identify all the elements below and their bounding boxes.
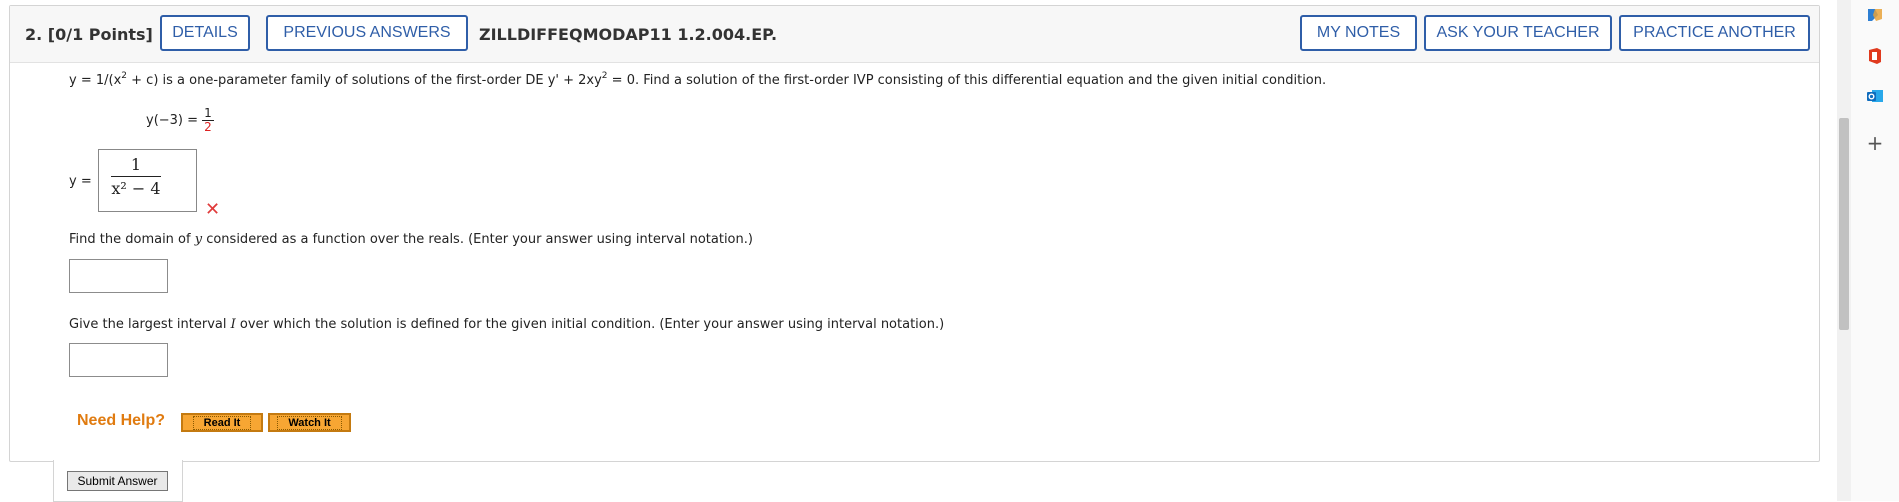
question-header: 2. [0/1 Points] DETAILS PREVIOUS ANSWERS… <box>10 6 1819 63</box>
answer-field[interactable]: 1 x² − 4 <box>98 149 197 212</box>
watch-it-label: Watch It <box>277 415 342 430</box>
outlook-icon[interactable] <box>1865 86 1885 106</box>
answer-numerator: 1 <box>111 155 161 177</box>
problem-text-3: = 0. Find a solution of the first-order … <box>607 73 1327 88</box>
domain-input[interactable] <box>69 259 168 293</box>
office-icon[interactable] <box>1865 46 1885 66</box>
problem-text-1: y = 1/(x <box>69 73 122 88</box>
ic-numerator: 1 <box>202 106 214 121</box>
add-icon[interactable]: + <box>1865 131 1885 155</box>
answer-denominator: x² − 4 <box>111 179 161 198</box>
interval-question: Give the largest interval I over which t… <box>69 317 944 332</box>
copilot-icon[interactable] <box>1865 5 1885 25</box>
interval-text-a: Give the largest interval <box>69 317 231 332</box>
submit-answer-button[interactable]: Submit Answer <box>67 471 168 491</box>
interval-text-b: over which the solution is defined for t… <box>235 317 945 332</box>
read-it-button[interactable]: Read It <box>181 413 263 432</box>
problem-text-2: + c) is a one-parameter family of soluti… <box>127 73 602 88</box>
initial-condition-lhs: y(−3) = <box>146 113 199 128</box>
my-notes-button[interactable]: MY NOTES <box>1300 15 1417 51</box>
initial-condition-fraction: 1 2 <box>202 107 214 134</box>
ic-denominator: 2 <box>204 120 212 134</box>
previous-answers-button[interactable]: PREVIOUS ANSWERS <box>266 15 468 51</box>
domain-var: y <box>194 232 203 247</box>
scrollbar-thumb[interactable] <box>1839 118 1849 330</box>
domain-question: Find the domain of y considered as a fun… <box>69 232 753 247</box>
question-number: 2. [0/1 Points] <box>25 25 153 44</box>
problem-statement: y = 1/(x2 + c) is a one-parameter family… <box>69 72 1327 89</box>
practice-another-button[interactable]: PRACTICE ANOTHER <box>1619 15 1810 51</box>
answer-fraction: 1 x² − 4 <box>111 155 161 198</box>
interval-input[interactable] <box>69 343 168 377</box>
read-it-label: Read It <box>192 415 252 430</box>
assignment-code: ZILLDIFFEQMODAP11 1.2.004.EP. <box>479 25 778 44</box>
answer-y-label: y = <box>69 174 92 189</box>
watch-it-button[interactable]: Watch It <box>268 413 351 432</box>
incorrect-icon: ✕ <box>205 199 221 220</box>
domain-text-b: considered as a function over the reals.… <box>202 232 753 247</box>
initial-condition: y(−3) = 1 2 <box>146 107 214 134</box>
domain-text-a: Find the domain of <box>69 232 195 247</box>
need-help-label: Need Help? <box>77 412 166 429</box>
browser-side-rail: + <box>1851 0 1899 501</box>
ask-teacher-button[interactable]: ASK YOUR TEACHER <box>1424 15 1612 51</box>
scrollbar[interactable] <box>1837 0 1851 501</box>
details-button[interactable]: DETAILS <box>160 15 250 51</box>
